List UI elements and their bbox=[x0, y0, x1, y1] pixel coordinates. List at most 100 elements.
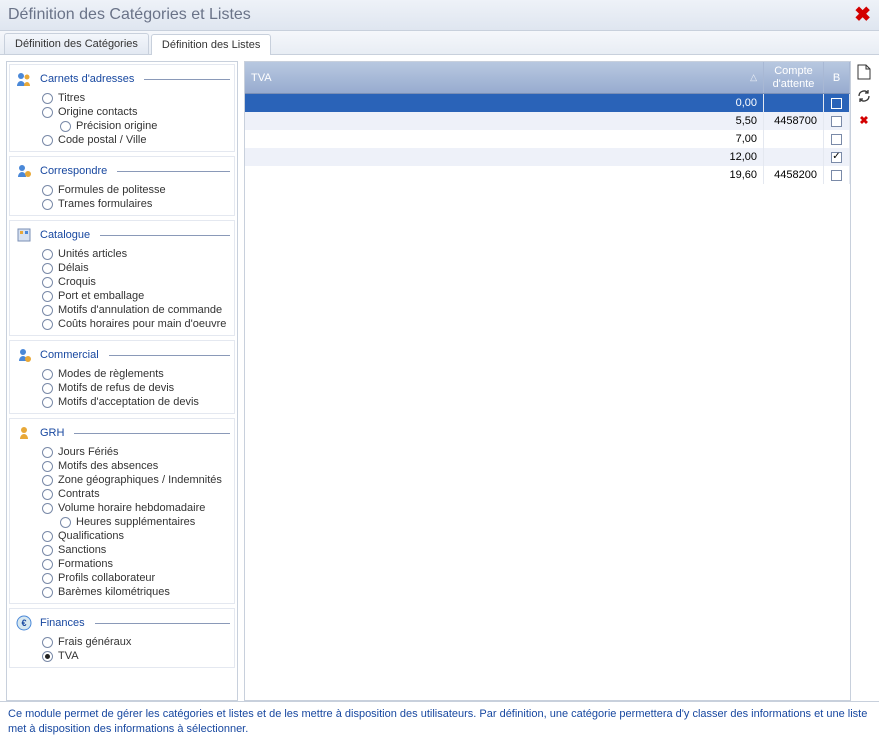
sidebar-item[interactable]: TVA bbox=[14, 649, 230, 663]
cell-compte: 4458200 bbox=[764, 166, 824, 184]
sidebar-item[interactable]: Sanctions bbox=[14, 543, 230, 557]
sidebar-item[interactable]: Précision origine bbox=[14, 119, 230, 133]
column-b[interactable]: B bbox=[824, 62, 850, 93]
sidebar-group-1: CorrespondreFormules de politesseTrames … bbox=[9, 156, 235, 216]
sidebar-item[interactable]: Formules de politesse bbox=[14, 183, 230, 197]
tab-0[interactable]: Définition des Catégories bbox=[4, 33, 149, 54]
sidebar-item-label: Motifs d'acceptation de devis bbox=[58, 396, 199, 408]
sidebar-item[interactable]: Contrats bbox=[14, 487, 230, 501]
sidebar-item[interactable]: Motifs des absences bbox=[14, 459, 230, 473]
cell-tva: 19,60 bbox=[245, 166, 764, 184]
sidebar-item-label: Sanctions bbox=[58, 544, 106, 556]
checkbox-icon bbox=[831, 116, 842, 127]
radio-icon bbox=[42, 383, 53, 394]
sidebar-item[interactable]: Croquis bbox=[14, 275, 230, 289]
sidebar-item-label: Motifs de refus de devis bbox=[58, 382, 174, 394]
radio-icon bbox=[42, 475, 53, 486]
cell-compte bbox=[764, 130, 824, 148]
sidebar-item[interactable]: Barèmes kilométriques bbox=[14, 585, 230, 599]
sidebar-item-label: Formules de politesse bbox=[58, 184, 166, 196]
sidebar-item[interactable]: Qualifications bbox=[14, 529, 230, 543]
cell-b[interactable] bbox=[824, 94, 850, 112]
table-row[interactable]: 19,604458200 bbox=[245, 166, 850, 184]
radio-icon bbox=[42, 503, 53, 514]
checkbox-icon bbox=[831, 134, 842, 145]
cell-b[interactable] bbox=[824, 166, 850, 184]
cell-tva: 7,00 bbox=[245, 130, 764, 148]
group-divider bbox=[74, 433, 230, 434]
radio-icon bbox=[42, 587, 53, 598]
radio-icon bbox=[60, 121, 71, 132]
sidebar-item[interactable]: Port et emballage bbox=[14, 289, 230, 303]
sidebar-group-0: Carnets d'adressesTitresOrigine contacts… bbox=[9, 64, 235, 152]
sidebar-item[interactable]: Profils collaborateur bbox=[14, 571, 230, 585]
group-header: Commercial bbox=[14, 345, 230, 365]
sidebar-item[interactable]: Volume horaire hebdomadaire bbox=[14, 501, 230, 515]
tab-1[interactable]: Définition des Listes bbox=[151, 34, 271, 55]
sidebar-item[interactable]: Délais bbox=[14, 261, 230, 275]
sidebar-item[interactable]: Motifs de refus de devis bbox=[14, 381, 230, 395]
grh-icon bbox=[14, 423, 34, 443]
correspond-icon bbox=[14, 161, 34, 181]
radio-icon bbox=[60, 517, 71, 528]
radio-icon bbox=[42, 277, 53, 288]
sidebar-item[interactable]: Motifs d'annulation de commande bbox=[14, 303, 230, 317]
commercial-icon bbox=[14, 345, 34, 365]
sidebar-item-label: Frais généraux bbox=[58, 636, 131, 648]
table-row[interactable]: 5,504458700 bbox=[245, 112, 850, 130]
sidebar-item-label: Coûts horaires pour main d'oeuvre bbox=[58, 318, 226, 330]
sidebar-item[interactable]: Modes de règlements bbox=[14, 367, 230, 381]
sidebar-item-label: Jours Fériés bbox=[58, 446, 119, 458]
sidebar-item[interactable]: Origine contacts bbox=[14, 105, 230, 119]
sidebar-item[interactable]: Formations bbox=[14, 557, 230, 571]
sidebar-item-label: Volume horaire hebdomadaire bbox=[58, 502, 205, 514]
sidebar-item[interactable]: Code postal / Ville bbox=[14, 133, 230, 147]
sidebar-item[interactable]: Zone géographiques / Indemnités bbox=[14, 473, 230, 487]
cell-b[interactable] bbox=[824, 148, 850, 166]
table-row[interactable]: 12,00 bbox=[245, 148, 850, 166]
sidebar-item-label: Code postal / Ville bbox=[58, 134, 146, 146]
sidebar-item-label: Modes de règlements bbox=[58, 368, 164, 380]
sidebar-item-label: Précision origine bbox=[76, 120, 157, 132]
radio-icon bbox=[42, 637, 53, 648]
cell-compte bbox=[764, 148, 824, 166]
sidebar-item[interactable]: Unités articles bbox=[14, 247, 230, 261]
sidebar-item-label: Trames formulaires bbox=[58, 198, 152, 210]
refresh-icon[interactable] bbox=[855, 87, 873, 105]
catalog-icon bbox=[14, 225, 34, 245]
sidebar-item[interactable]: Heures supplémentaires bbox=[14, 515, 230, 529]
new-icon[interactable] bbox=[855, 63, 873, 81]
column-tva-label: TVA bbox=[251, 72, 272, 84]
svg-text:€: € bbox=[21, 618, 26, 628]
radio-icon bbox=[42, 573, 53, 584]
sidebar-item[interactable]: Coûts horaires pour main d'oeuvre bbox=[14, 317, 230, 331]
radio-icon bbox=[42, 305, 53, 316]
table-row[interactable]: 7,00 bbox=[245, 130, 850, 148]
column-tva[interactable]: TVA △ bbox=[245, 62, 764, 93]
column-compte[interactable]: Compte d'attente bbox=[764, 62, 824, 93]
sidebar-item-label: Contrats bbox=[58, 488, 100, 500]
sidebar-item[interactable]: Motifs d'acceptation de devis bbox=[14, 395, 230, 409]
sidebar-item[interactable]: Frais généraux bbox=[14, 635, 230, 649]
sidebar-item[interactable]: Titres bbox=[14, 91, 230, 105]
sort-asc-icon: △ bbox=[750, 72, 757, 83]
cell-tva: 12,00 bbox=[245, 148, 764, 166]
close-icon[interactable]: ✖ bbox=[854, 5, 871, 25]
sidebar-item-label: Port et emballage bbox=[58, 290, 144, 302]
sidebar-item[interactable]: Jours Fériés bbox=[14, 445, 230, 459]
sidebar-item-label: Unités articles bbox=[58, 248, 127, 260]
radio-icon bbox=[42, 397, 53, 408]
titlebar: Définition des Catégories et Listes ✖ bbox=[0, 0, 879, 31]
cell-b[interactable] bbox=[824, 130, 850, 148]
delete-icon[interactable]: ✖ bbox=[855, 111, 873, 129]
group-header: Catalogue bbox=[14, 225, 230, 245]
sidebar-item-label: Motifs d'annulation de commande bbox=[58, 304, 222, 316]
data-table: TVA △ Compte d'attente B 0,005,504458700… bbox=[244, 61, 851, 701]
sidebar-item[interactable]: Trames formulaires bbox=[14, 197, 230, 211]
radio-icon bbox=[42, 651, 53, 662]
cell-b[interactable] bbox=[824, 112, 850, 130]
table-row[interactable]: 0,00 bbox=[245, 94, 850, 112]
radio-icon bbox=[42, 185, 53, 196]
radio-icon bbox=[42, 531, 53, 542]
radio-icon bbox=[42, 447, 53, 458]
